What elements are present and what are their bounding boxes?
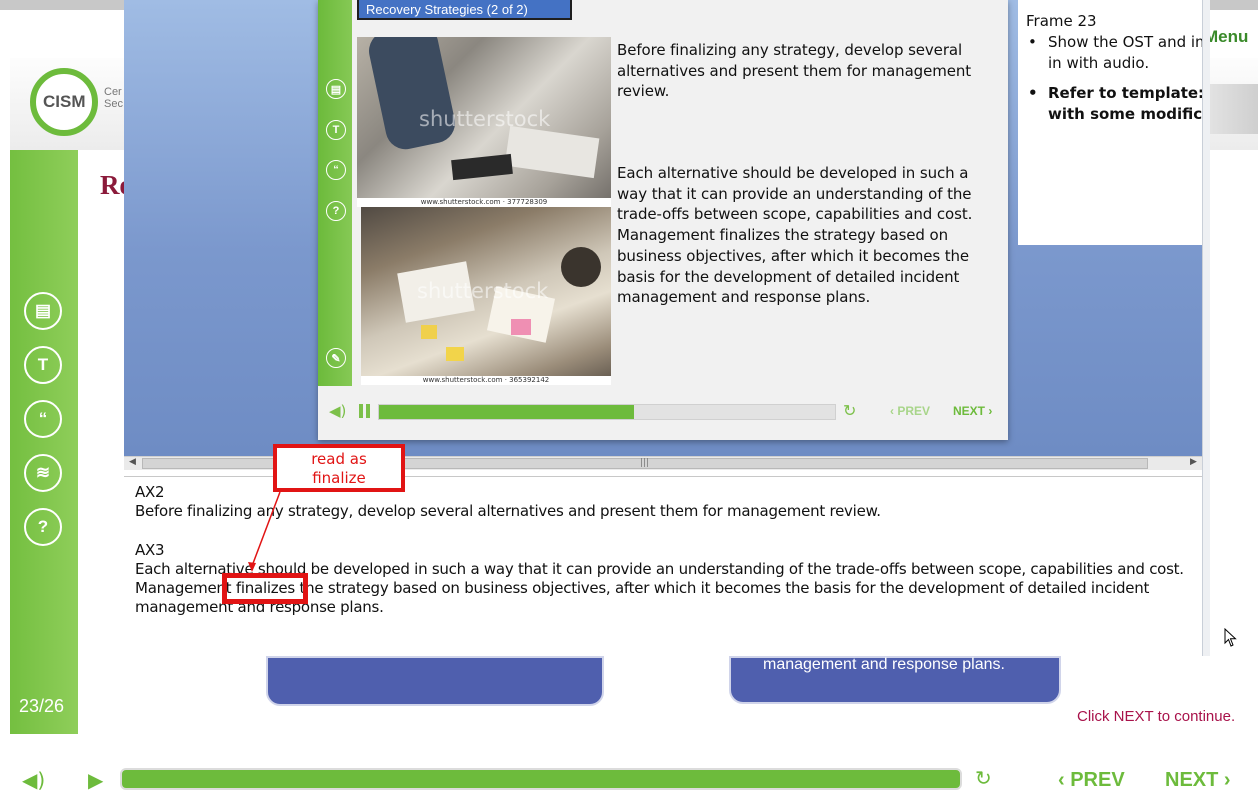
frame-volume-icon[interactable]: ◀)	[329, 402, 346, 420]
image2-caption: www.shutterstock.com · 365392142	[361, 376, 611, 385]
storyboard-note-item: Refer to template: 24 with some modifica…	[1026, 83, 1202, 124]
storyboard-note-item: Show the OST and image in with audio.	[1026, 32, 1202, 73]
frame-transcript-icon[interactable]: T	[326, 120, 346, 140]
click-next-hint: Click NEXT to continue.	[1077, 708, 1236, 725]
slide-title: Re	[100, 170, 124, 200]
planning-documents-image: shutterstock www.shutterstock.com · 3653…	[361, 207, 611, 385]
card-text: management and response plans.	[763, 656, 1005, 673]
editor-vertical-scrollbar[interactable]	[1202, 0, 1210, 656]
course-next-button[interactable]: NEXT ›	[1165, 769, 1231, 790]
audio-line-1: Before finalizing any strategy, develop …	[135, 502, 881, 520]
storyboard-frame-label: Frame 23	[1026, 12, 1097, 30]
audio-label-ax2: AX2	[135, 483, 165, 501]
cism-logo-text: CISM	[43, 92, 86, 111]
frame-paragraph-1: Before finalizing any strategy, develop …	[617, 41, 972, 101]
callout-line-2: finalize	[312, 469, 366, 487]
frame-help-icon[interactable]: ?	[326, 201, 346, 221]
frame-chat-icon[interactable]: ✎	[326, 348, 346, 368]
image2-watermark: shutterstock	[417, 279, 549, 303]
quote-icon[interactable]: “	[24, 400, 62, 438]
play-icon[interactable]: ▶	[88, 768, 103, 790]
highlight-box	[222, 573, 308, 604]
frame-replay-icon[interactable]: ↻	[843, 401, 856, 420]
scroll-grip-icon: |||	[640, 458, 650, 468]
replay-icon[interactable]: ↻	[975, 766, 992, 790]
page-counter: 23/26	[19, 696, 65, 716]
course-sidebar	[10, 150, 78, 734]
callout-line-1: read as	[311, 450, 367, 468]
frame-progress-fill	[379, 405, 635, 419]
volume-icon[interactable]: ◀)	[22, 768, 45, 790]
course-prev-button[interactable]: ‹ PREV	[1058, 769, 1125, 790]
review-callout: read as finalize	[273, 444, 405, 492]
frame-prev-label: PREV	[897, 404, 931, 418]
image1-caption: www.shutterstock.com · 377728309	[357, 198, 611, 207]
scroll-left-icon[interactable]: ◀	[129, 457, 136, 467]
cism-logo-subtitle: Cer Sec	[104, 86, 123, 110]
content-card-left	[266, 656, 604, 706]
audio-label-ax3: AX3	[135, 541, 165, 559]
scroll-right-icon[interactable]: ▶	[1190, 457, 1197, 467]
image1-watermark: shutterstock	[419, 107, 551, 131]
frame-paragraph-2: Each alternative should be developed in …	[617, 164, 973, 307]
help-icon[interactable]: ?	[24, 508, 62, 546]
frame-quote-icon[interactable]: “	[326, 160, 346, 180]
notes-icon[interactable]: ▤	[24, 292, 62, 330]
frame-progress-track[interactable]	[378, 404, 836, 420]
menu-button[interactable]: Menu	[1204, 27, 1248, 47]
storyboard-notes-list: Show the OST and image in with audio. Re…	[1026, 32, 1202, 135]
course-progress-bar[interactable]	[120, 768, 962, 790]
frame-prev-button[interactable]: ‹ PREV	[890, 404, 930, 418]
screenshot-stage: { "course": { "logo_text": "CISM", "logo…	[0, 0, 1258, 790]
course-next-label: NEXT	[1165, 769, 1219, 790]
storyboard-notes-panel: Frame 23 Show the OST and image in with …	[1018, 0, 1202, 245]
course-prev-label: PREV	[1070, 769, 1125, 790]
business-meeting-image: shutterstock www.shutterstock.com · 3777…	[357, 37, 611, 207]
frame-next-label: NEXT	[953, 404, 986, 418]
frame-toolbar: ▤ T “ ? ✎	[318, 0, 352, 386]
frame-next-button[interactable]: NEXT ›	[953, 404, 992, 418]
frame-title: Recovery Strategies (2 of 2)	[357, 0, 572, 20]
transcript-icon[interactable]: T	[24, 346, 62, 384]
layers-icon[interactable]: ≋	[24, 454, 62, 492]
header-decoration	[1205, 84, 1258, 134]
frame-notes-icon[interactable]: ▤	[326, 79, 346, 99]
mouse-pointer-icon	[1224, 628, 1237, 647]
frame-pause-icon[interactable]	[359, 404, 371, 418]
